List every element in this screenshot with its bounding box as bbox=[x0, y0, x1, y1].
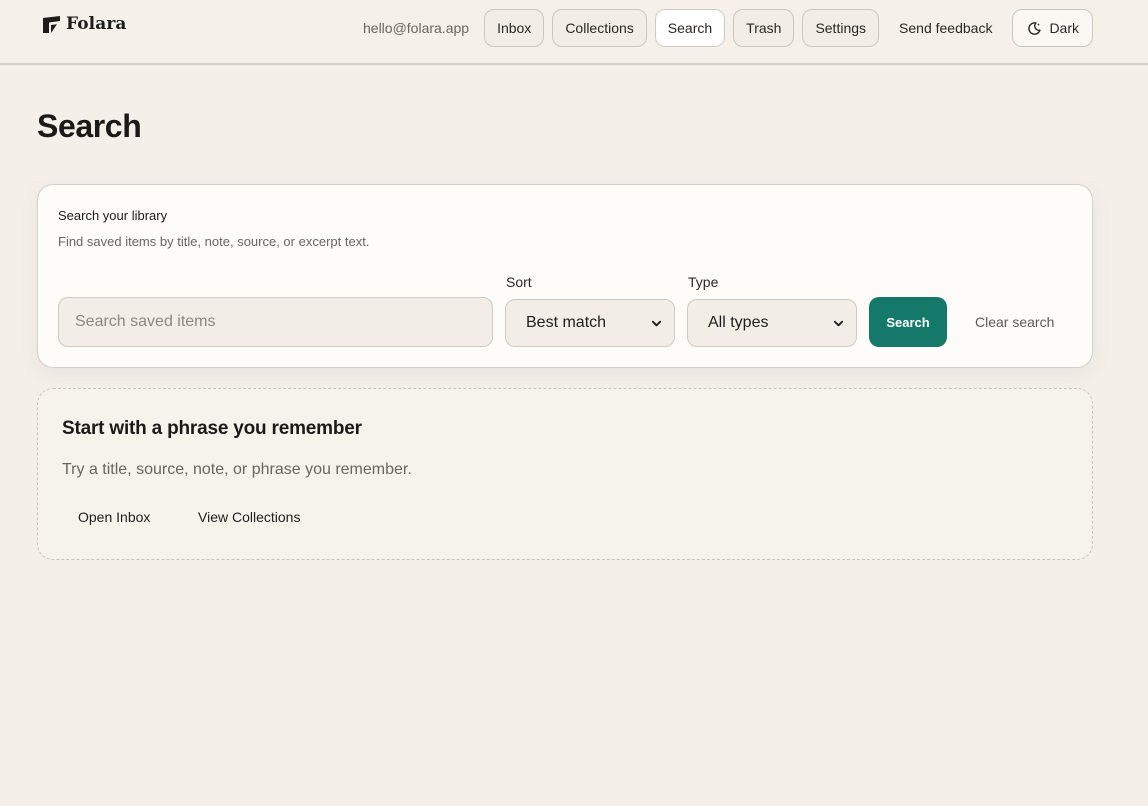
sort-label: Sort bbox=[506, 274, 532, 290]
type-select-value: All types bbox=[708, 314, 769, 331]
top-bar: Folara hello@folara.app Inbox Collection… bbox=[0, 0, 1148, 65]
brand-name: Folara bbox=[66, 14, 127, 34]
clear-search-button[interactable]: Clear search bbox=[975, 314, 1054, 330]
theme-toggle-label: Dark bbox=[1049, 20, 1079, 36]
open-inbox-button[interactable]: Open Inbox bbox=[78, 509, 150, 525]
empty-state-card: Start with a phrase you remember Try a t… bbox=[37, 388, 1093, 560]
page-title: Search bbox=[37, 108, 142, 144]
main-nav: hello@folara.app Inbox Collections Searc… bbox=[363, 9, 1093, 47]
moon-icon bbox=[1028, 21, 1042, 35]
search-button[interactable]: Search bbox=[869, 297, 947, 347]
empty-state-text: Try a title, source, note, or phrase you… bbox=[62, 461, 412, 478]
nav-collections-button[interactable]: Collections bbox=[552, 9, 647, 47]
theme-toggle-button[interactable]: Dark bbox=[1012, 9, 1093, 47]
empty-state-title: Start with a phrase you remember bbox=[62, 418, 362, 439]
brand-home-link[interactable]: Folara bbox=[43, 14, 127, 34]
search-card-subtitle: Find saved items by title, note, source,… bbox=[58, 234, 370, 249]
nav-settings-button[interactable]: Settings bbox=[802, 9, 880, 47]
chevron-down-icon bbox=[833, 320, 844, 326]
chevron-down-icon bbox=[651, 320, 662, 326]
type-select[interactable]: All types bbox=[687, 299, 857, 347]
view-collections-button[interactable]: View Collections bbox=[198, 509, 300, 525]
search-card-heading: Search your library bbox=[58, 208, 168, 223]
folara-logo-icon bbox=[43, 15, 60, 33]
nav-trash-button[interactable]: Trash bbox=[733, 9, 795, 47]
send-feedback-link[interactable]: Send feedback bbox=[899, 20, 992, 36]
nav-search-button[interactable]: Search bbox=[654, 9, 726, 47]
nav-inbox-button[interactable]: Inbox bbox=[484, 9, 545, 47]
account-email: hello@folara.app bbox=[363, 20, 470, 36]
sort-select[interactable]: Best match bbox=[505, 299, 675, 347]
type-label: Type bbox=[688, 274, 719, 290]
search-card: Search your library Find saved items by … bbox=[37, 184, 1093, 368]
sort-select-value: Best match bbox=[526, 314, 607, 331]
search-input[interactable] bbox=[58, 297, 493, 347]
